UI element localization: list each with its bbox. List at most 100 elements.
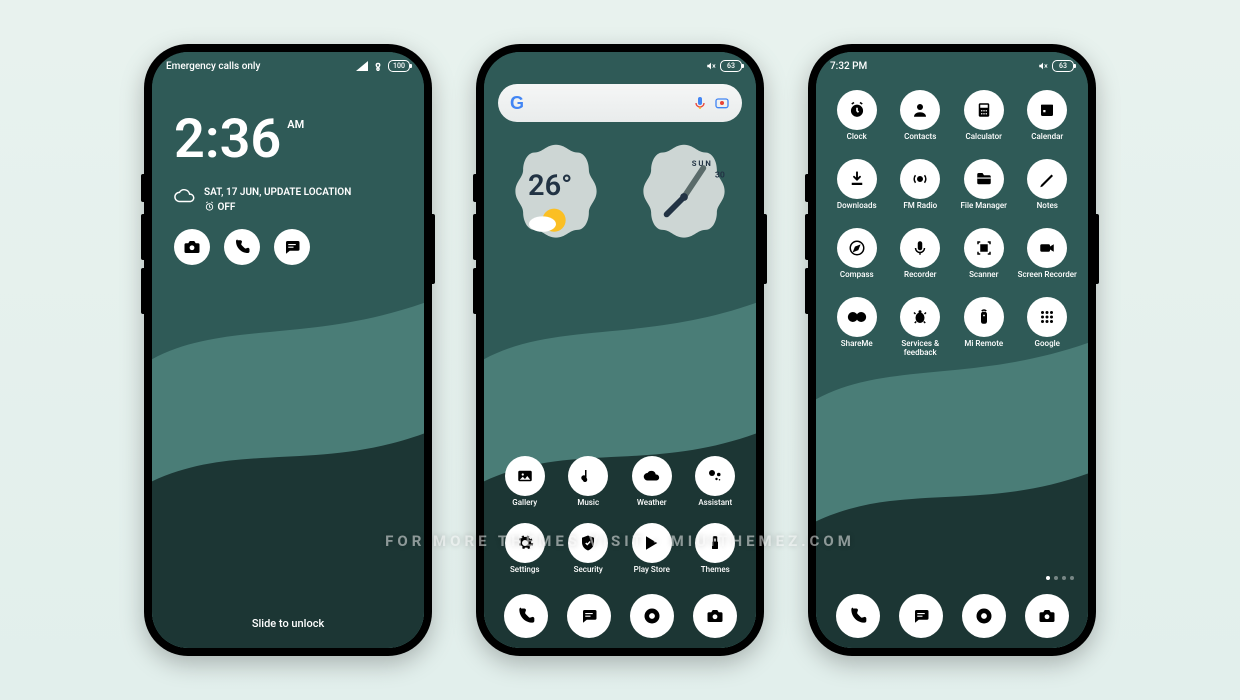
chrome-icon[interactable] <box>630 594 674 638</box>
google-icon[interactable] <box>1027 297 1067 337</box>
phone-icon[interactable] <box>224 229 260 265</box>
calculator-icon[interactable] <box>964 90 1004 130</box>
wifi-icon <box>372 61 384 71</box>
chrome-icon[interactable] <box>962 594 1006 638</box>
phone-lockscreen: Emergency calls only 100 2:36 AM <box>144 44 432 656</box>
assistant-icon[interactable] <box>695 456 735 496</box>
music-icon[interactable] <box>568 456 608 496</box>
contacts-icon[interactable] <box>900 90 940 130</box>
search-bar[interactable]: G <box>498 84 742 122</box>
lock-date: SAT, 17 JUN, UPDATE LOCATION <box>204 185 351 200</box>
scanner-icon[interactable] <box>964 228 1004 268</box>
lens-icon[interactable] <box>714 95 730 111</box>
messages-icon[interactable] <box>899 594 943 638</box>
app-compass[interactable]: Compass <box>826 228 888 287</box>
app-downloads[interactable]: Downloads <box>826 159 888 218</box>
clock-time: 2:36 AM <box>174 108 304 171</box>
notes-icon[interactable] <box>1027 159 1067 199</box>
app-dialer[interactable] <box>836 594 880 638</box>
app-messages[interactable] <box>899 594 943 638</box>
clock-icon[interactable] <box>837 90 877 130</box>
page-indicator <box>1046 576 1074 580</box>
lock-alarm: OFF <box>204 200 351 215</box>
app-screenrecorder[interactable]: Screen Recorder <box>1017 228 1079 287</box>
app-scanner[interactable]: Scanner <box>953 228 1015 287</box>
app-chrome[interactable] <box>630 594 674 638</box>
app-label: Notes <box>1037 202 1058 218</box>
weather-icon[interactable] <box>632 456 672 496</box>
app-assistant[interactable]: Assistant <box>685 456 747 515</box>
app-dialer[interactable] <box>504 594 548 638</box>
svg-text:26°: 26° <box>528 169 572 203</box>
shareme-icon[interactable] <box>837 297 877 337</box>
app-shareme[interactable]: ShareMe <box>826 297 888 358</box>
app-filemanager[interactable]: File Manager <box>953 159 1015 218</box>
app-label: ShareMe <box>841 340 873 356</box>
unlock-hint[interactable]: Slide to unlock <box>152 617 424 630</box>
miremote-icon[interactable] <box>964 297 1004 337</box>
dock <box>816 586 1088 648</box>
fmradio-icon[interactable] <box>900 159 940 199</box>
weather-widget[interactable]: 26° <box>498 138 614 256</box>
camera-icon[interactable] <box>174 229 210 265</box>
status-bar: 63 <box>484 52 756 80</box>
app-recorder[interactable]: Recorder <box>890 228 952 287</box>
app-calendar[interactable]: Calendar <box>1017 90 1079 149</box>
screenrecorder-icon[interactable] <box>1027 228 1067 268</box>
phone-home: 63 G 26° <box>476 44 764 656</box>
mute-icon <box>1038 61 1048 71</box>
app-clock[interactable]: Clock <box>826 90 888 149</box>
app-label: Clock <box>847 133 867 149</box>
filemanager-icon[interactable] <box>964 159 1004 199</box>
app-label: Compass <box>840 271 874 287</box>
app-fmradio[interactable]: FM Radio <box>890 159 952 218</box>
app-miremote[interactable]: Mi Remote <box>953 297 1015 358</box>
app-services[interactable]: Services & feedback <box>890 297 952 358</box>
messages-icon[interactable] <box>274 229 310 265</box>
app-label: Recorder <box>904 271 936 287</box>
app-messages[interactable] <box>567 594 611 638</box>
app-label: Scanner <box>969 271 998 287</box>
status-bar: Emergency calls only 100 <box>152 52 424 80</box>
app-label: Mi Remote <box>964 340 1003 356</box>
mic-icon[interactable] <box>692 95 708 111</box>
app-calculator[interactable]: Calculator <box>953 90 1015 149</box>
mute-icon <box>706 61 716 71</box>
camera-icon[interactable] <box>1025 594 1069 638</box>
app-music[interactable]: Music <box>558 456 620 515</box>
messages-icon[interactable] <box>567 594 611 638</box>
dialer-icon[interactable] <box>836 594 880 638</box>
app-notes[interactable]: Notes <box>1017 159 1079 218</box>
app-label: Play Store <box>634 566 670 582</box>
app-chrome[interactable] <box>962 594 1006 638</box>
app-google[interactable]: Google <box>1017 297 1079 358</box>
app-label: Calculator <box>966 133 1003 149</box>
battery-indicator: 63 <box>720 60 742 72</box>
services-icon[interactable] <box>900 297 940 337</box>
app-camera[interactable] <box>1025 594 1069 638</box>
gallery-icon[interactable] <box>505 456 545 496</box>
dock <box>484 586 756 648</box>
downloads-icon[interactable] <box>837 159 877 199</box>
camera-icon[interactable] <box>693 594 737 638</box>
app-label: Screen Recorder <box>1018 271 1077 287</box>
app-label: Music <box>577 499 599 515</box>
status-bar: 7:32 PM 63 <box>816 52 1088 80</box>
phone-drawer: 7:32 PM 63 Clock Contacts Calculator Calend… <box>808 44 1096 656</box>
app-contacts[interactable]: Contacts <box>890 90 952 149</box>
dialer-icon[interactable] <box>504 594 548 638</box>
battery-indicator: 63 <box>1052 60 1074 72</box>
app-label: Weather <box>637 499 667 515</box>
app-label: Themes <box>701 566 730 582</box>
app-weather[interactable]: Weather <box>621 456 683 515</box>
app-camera[interactable] <box>693 594 737 638</box>
app-gallery[interactable]: Gallery <box>494 456 556 515</box>
app-label: Services & feedback <box>890 340 952 358</box>
calendar-icon[interactable] <box>1027 90 1067 130</box>
recorder-icon[interactable] <box>900 228 940 268</box>
clock-widget[interactable]: SUN 30 <box>626 138 742 256</box>
svg-text:30: 30 <box>715 171 725 181</box>
app-label: Contacts <box>904 133 936 149</box>
compass-icon[interactable] <box>837 228 877 268</box>
app-label: FM Radio <box>903 202 937 218</box>
